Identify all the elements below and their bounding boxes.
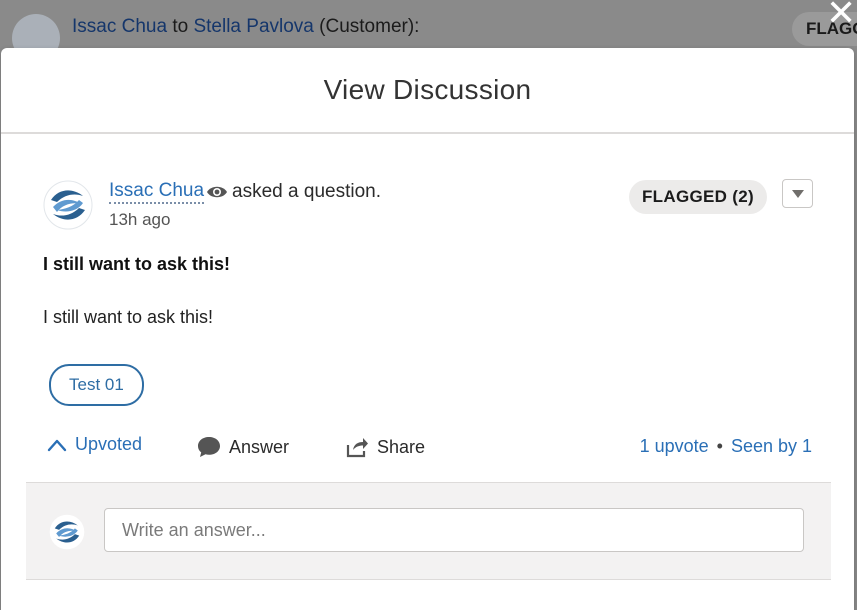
background-to-word: to <box>172 16 189 37</box>
post-menu-button[interactable] <box>782 179 813 208</box>
topic-pill[interactable]: Test 01 <box>49 364 144 406</box>
share-button[interactable]: Share <box>345 436 425 458</box>
background-to-name: Stella Pavlova <box>193 16 314 37</box>
share-arrow-icon <box>346 438 368 458</box>
author-line: Issac Chua asked a question. <box>109 180 381 204</box>
background-feed-line: Issac Chua to Stella Pavlova (Customer): <box>72 16 419 38</box>
answer-composer <box>26 482 831 580</box>
avatar <box>49 514 85 550</box>
stats-separator: • <box>716 436 723 456</box>
answer-label: Answer <box>229 436 290 457</box>
background-to-role: (Customer): <box>319 16 420 37</box>
upvote-button[interactable]: Upvoted <box>47 434 142 455</box>
view-discussion-modal: View Discussion Issac Chua asked a quest… <box>1 48 854 610</box>
answer-button[interactable]: Answer <box>197 436 289 458</box>
close-icon[interactable]: ✕ <box>826 0 857 31</box>
upvote-count-link[interactable]: 1 upvote <box>640 436 709 456</box>
action-text: asked a question. <box>232 181 381 202</box>
speech-bubble-icon <box>198 437 220 457</box>
question-body: I still want to ask this! <box>43 307 214 327</box>
avatar[interactable] <box>43 180 93 230</box>
flagged-badge[interactable]: FLAGGED (2) <box>629 180 767 214</box>
answer-input[interactable] <box>104 508 804 552</box>
eye-icon[interactable] <box>206 184 228 200</box>
chevron-up-icon <box>47 439 67 451</box>
modal-title: View Discussion <box>323 74 532 105</box>
share-label: Share <box>377 436 426 457</box>
seen-by-link[interactable]: Seen by 1 <box>731 436 812 456</box>
timestamp: 13h ago <box>109 210 171 229</box>
post-actions: Upvoted Answer Share 1 upvote • Seen by 1 <box>1 426 854 466</box>
post-stats: 1 upvote • Seen by 1 <box>640 436 812 457</box>
upvote-label: Upvoted <box>75 434 143 454</box>
author-link[interactable]: Issac Chua <box>109 180 205 204</box>
background-from-name: Issac Chua <box>72 16 168 37</box>
question-title: I still want to ask this! <box>43 254 231 274</box>
chevron-down-icon <box>791 189 804 198</box>
modal-header: View Discussion <box>1 48 854 134</box>
